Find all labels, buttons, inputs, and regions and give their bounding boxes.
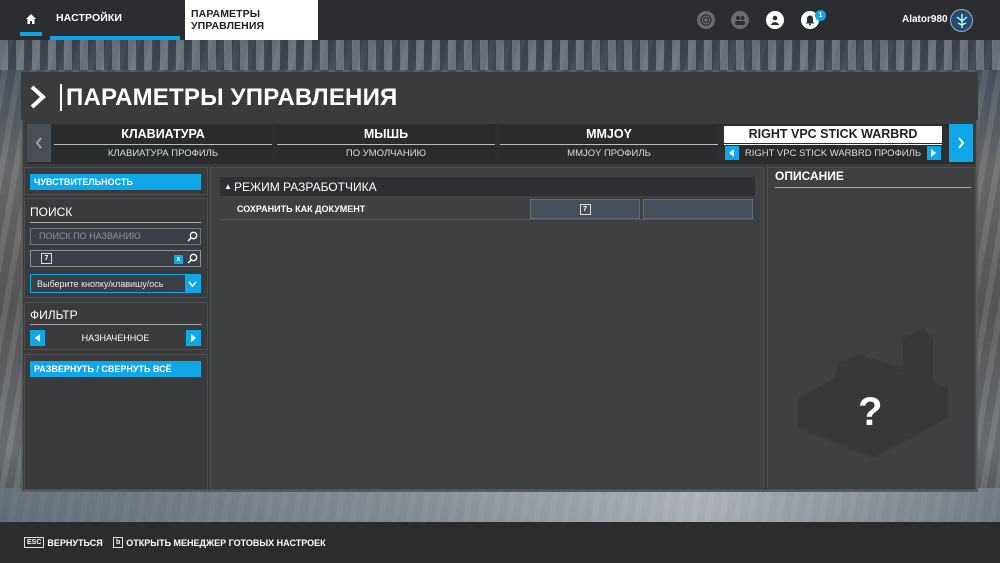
clear-icon[interactable]: x — [174, 255, 183, 264]
device-profile: MMJOY ПРОФИЛЬ — [567, 148, 651, 159]
profile-prev-button[interactable] — [725, 146, 739, 160]
dropdown-value: Выберите кнопку/клавишу/ось — [37, 279, 164, 289]
esc-key-icon: ESC — [24, 537, 45, 548]
device-name: RIGHT VPC STICK WARBRD — [724, 126, 942, 143]
background-floor — [0, 488, 1000, 523]
device-tab-keyboard[interactable]: КЛАВИАТУРА КЛАВИАТУРА ПРОФИЛЬ — [54, 125, 272, 161]
background-roof — [0, 40, 1000, 70]
divider — [724, 144, 942, 145]
chevron-down-icon[interactable] — [185, 275, 200, 292]
key-7-icon: 7 — [579, 203, 591, 215]
divider — [277, 144, 495, 145]
tab-settings[interactable]: НАСТРОЙКИ — [50, 0, 180, 40]
back-button[interactable]: ESC ВЕРНУТЬСЯ — [24, 537, 103, 548]
device-tab-vpc-stick[interactable]: RIGHT VPC STICK WARBRD RIGHT VPC STICK W… — [724, 125, 942, 161]
chevron-right-icon — [190, 334, 196, 342]
binding-row[interactable]: СОХРАНИТЬ КАК ДОКУМЕНТ 7 — [220, 198, 755, 220]
chevron-right-icon — [931, 149, 936, 157]
device-tab-mouse[interactable]: МЫШЬ ПО УМОЛЧАНИЮ — [277, 125, 495, 161]
home-button[interactable] — [20, 10, 42, 36]
filter-selector[interactable]: НАЗНАЧЕННОЕ — [30, 330, 201, 346]
key-7-icon: 7 — [41, 253, 52, 264]
friends-icon[interactable] — [731, 11, 749, 29]
presets-label: ОТКРЫТЬ МЕНЕДЖЕР ГОТОВЫХ НАСТРОЕК — [126, 537, 326, 548]
chevron-left-icon — [35, 137, 42, 149]
search-placeholder: ПОИСК ПО НАЗВАНИЮ — [39, 231, 141, 241]
joystick-illustration-icon — [798, 328, 948, 458]
target-icon[interactable] — [697, 11, 715, 29]
sensitivity-button[interactable]: ЧУВСТВИТЕЛЬНОСТЬ — [30, 174, 201, 190]
device-profile: RIGHT VPC STICK WARBRD ПРОФИЛЬ — [744, 148, 922, 159]
device-name: КЛАВИАТУРА — [121, 127, 205, 141]
section-header[interactable]: ▲ РЕЖИМ РАЗРАБОТЧИКА — [220, 177, 755, 196]
description-title: ОПИСАНИЕ — [775, 169, 844, 183]
search-input[interactable]: ПОИСК ПО НАЗВАНИЮ — [30, 228, 201, 245]
binding-label: СОХРАНИТЬ КАК ДОКУМЕНТ — [237, 204, 366, 214]
question-mark: ? — [858, 390, 883, 434]
page-title: ПАРАМЕТРЫ УПРАВЛЕНИЯ — [60, 84, 397, 111]
back-label: ВЕРНУТЬСЯ — [47, 537, 103, 548]
divider — [500, 144, 718, 145]
device-next-button[interactable] — [949, 124, 973, 162]
device-prev-button[interactable] — [27, 124, 51, 162]
search-icon[interactable] — [187, 253, 198, 264]
b-key-icon: b — [113, 537, 124, 548]
home-icon — [26, 14, 36, 24]
device-name: MMJOY — [586, 127, 632, 141]
key-search-input[interactable]: 7 x — [30, 250, 201, 267]
device-profile: КЛАВИАТУРА ПРОФИЛЬ — [107, 148, 219, 159]
description-panel: ОПИСАНИЕ ? — [767, 167, 976, 490]
filter-title: ФИЛЬТР — [30, 308, 78, 322]
divider — [30, 222, 201, 223]
profile-icon[interactable] — [766, 11, 784, 29]
avatar-icon[interactable] — [950, 9, 973, 32]
filter-value: НАЗНАЧЕННОЕ — [81, 333, 150, 343]
search-title: ПОИСК — [30, 205, 73, 219]
filter-next-button[interactable] — [186, 330, 201, 346]
presets-manager-button[interactable]: b ОТКРЫТЬ МЕНЕДЖЕР ГОТОВЫХ НАСТРОЕК — [113, 537, 326, 548]
caret-up-icon: ▲ — [224, 182, 232, 191]
chevron-left-icon — [729, 149, 734, 157]
tab-controls[interactable]: ПАРАМЕТРЫ УПРАВЛЕНИЯ — [185, 0, 318, 40]
binding-slot-secondary[interactable] — [643, 199, 753, 219]
section-title: РЕЖИМ РАЗРАБОТЧИКА — [234, 180, 377, 194]
filter-prev-button[interactable] — [30, 330, 45, 346]
search-icon[interactable] — [187, 231, 198, 242]
chevron-left-icon — [34, 334, 40, 342]
device-profile: ПО УМОЛЧАНИЮ — [345, 148, 427, 159]
binding-slot-primary[interactable]: 7 — [530, 199, 640, 219]
expand-collapse-button[interactable]: РАЗВЕРНУТЬ / СВЕРНУТЬ ВСЁ — [30, 361, 201, 377]
divider — [30, 324, 201, 325]
device-tab-mmjoy[interactable]: MMJOY MMJOY ПРОФИЛЬ — [500, 125, 718, 161]
username[interactable]: Alator980 — [902, 14, 948, 25]
chevron-right-icon — [958, 137, 965, 149]
profile-next-button[interactable] — [927, 146, 941, 160]
divider — [775, 187, 971, 188]
chevron-right-icon — [30, 85, 46, 114]
device-name: МЫШЬ — [363, 127, 409, 141]
key-select-dropdown[interactable]: Выберите кнопку/клавишу/ось — [30, 274, 201, 293]
divider — [54, 144, 272, 145]
notification-badge: 1 — [815, 10, 826, 21]
